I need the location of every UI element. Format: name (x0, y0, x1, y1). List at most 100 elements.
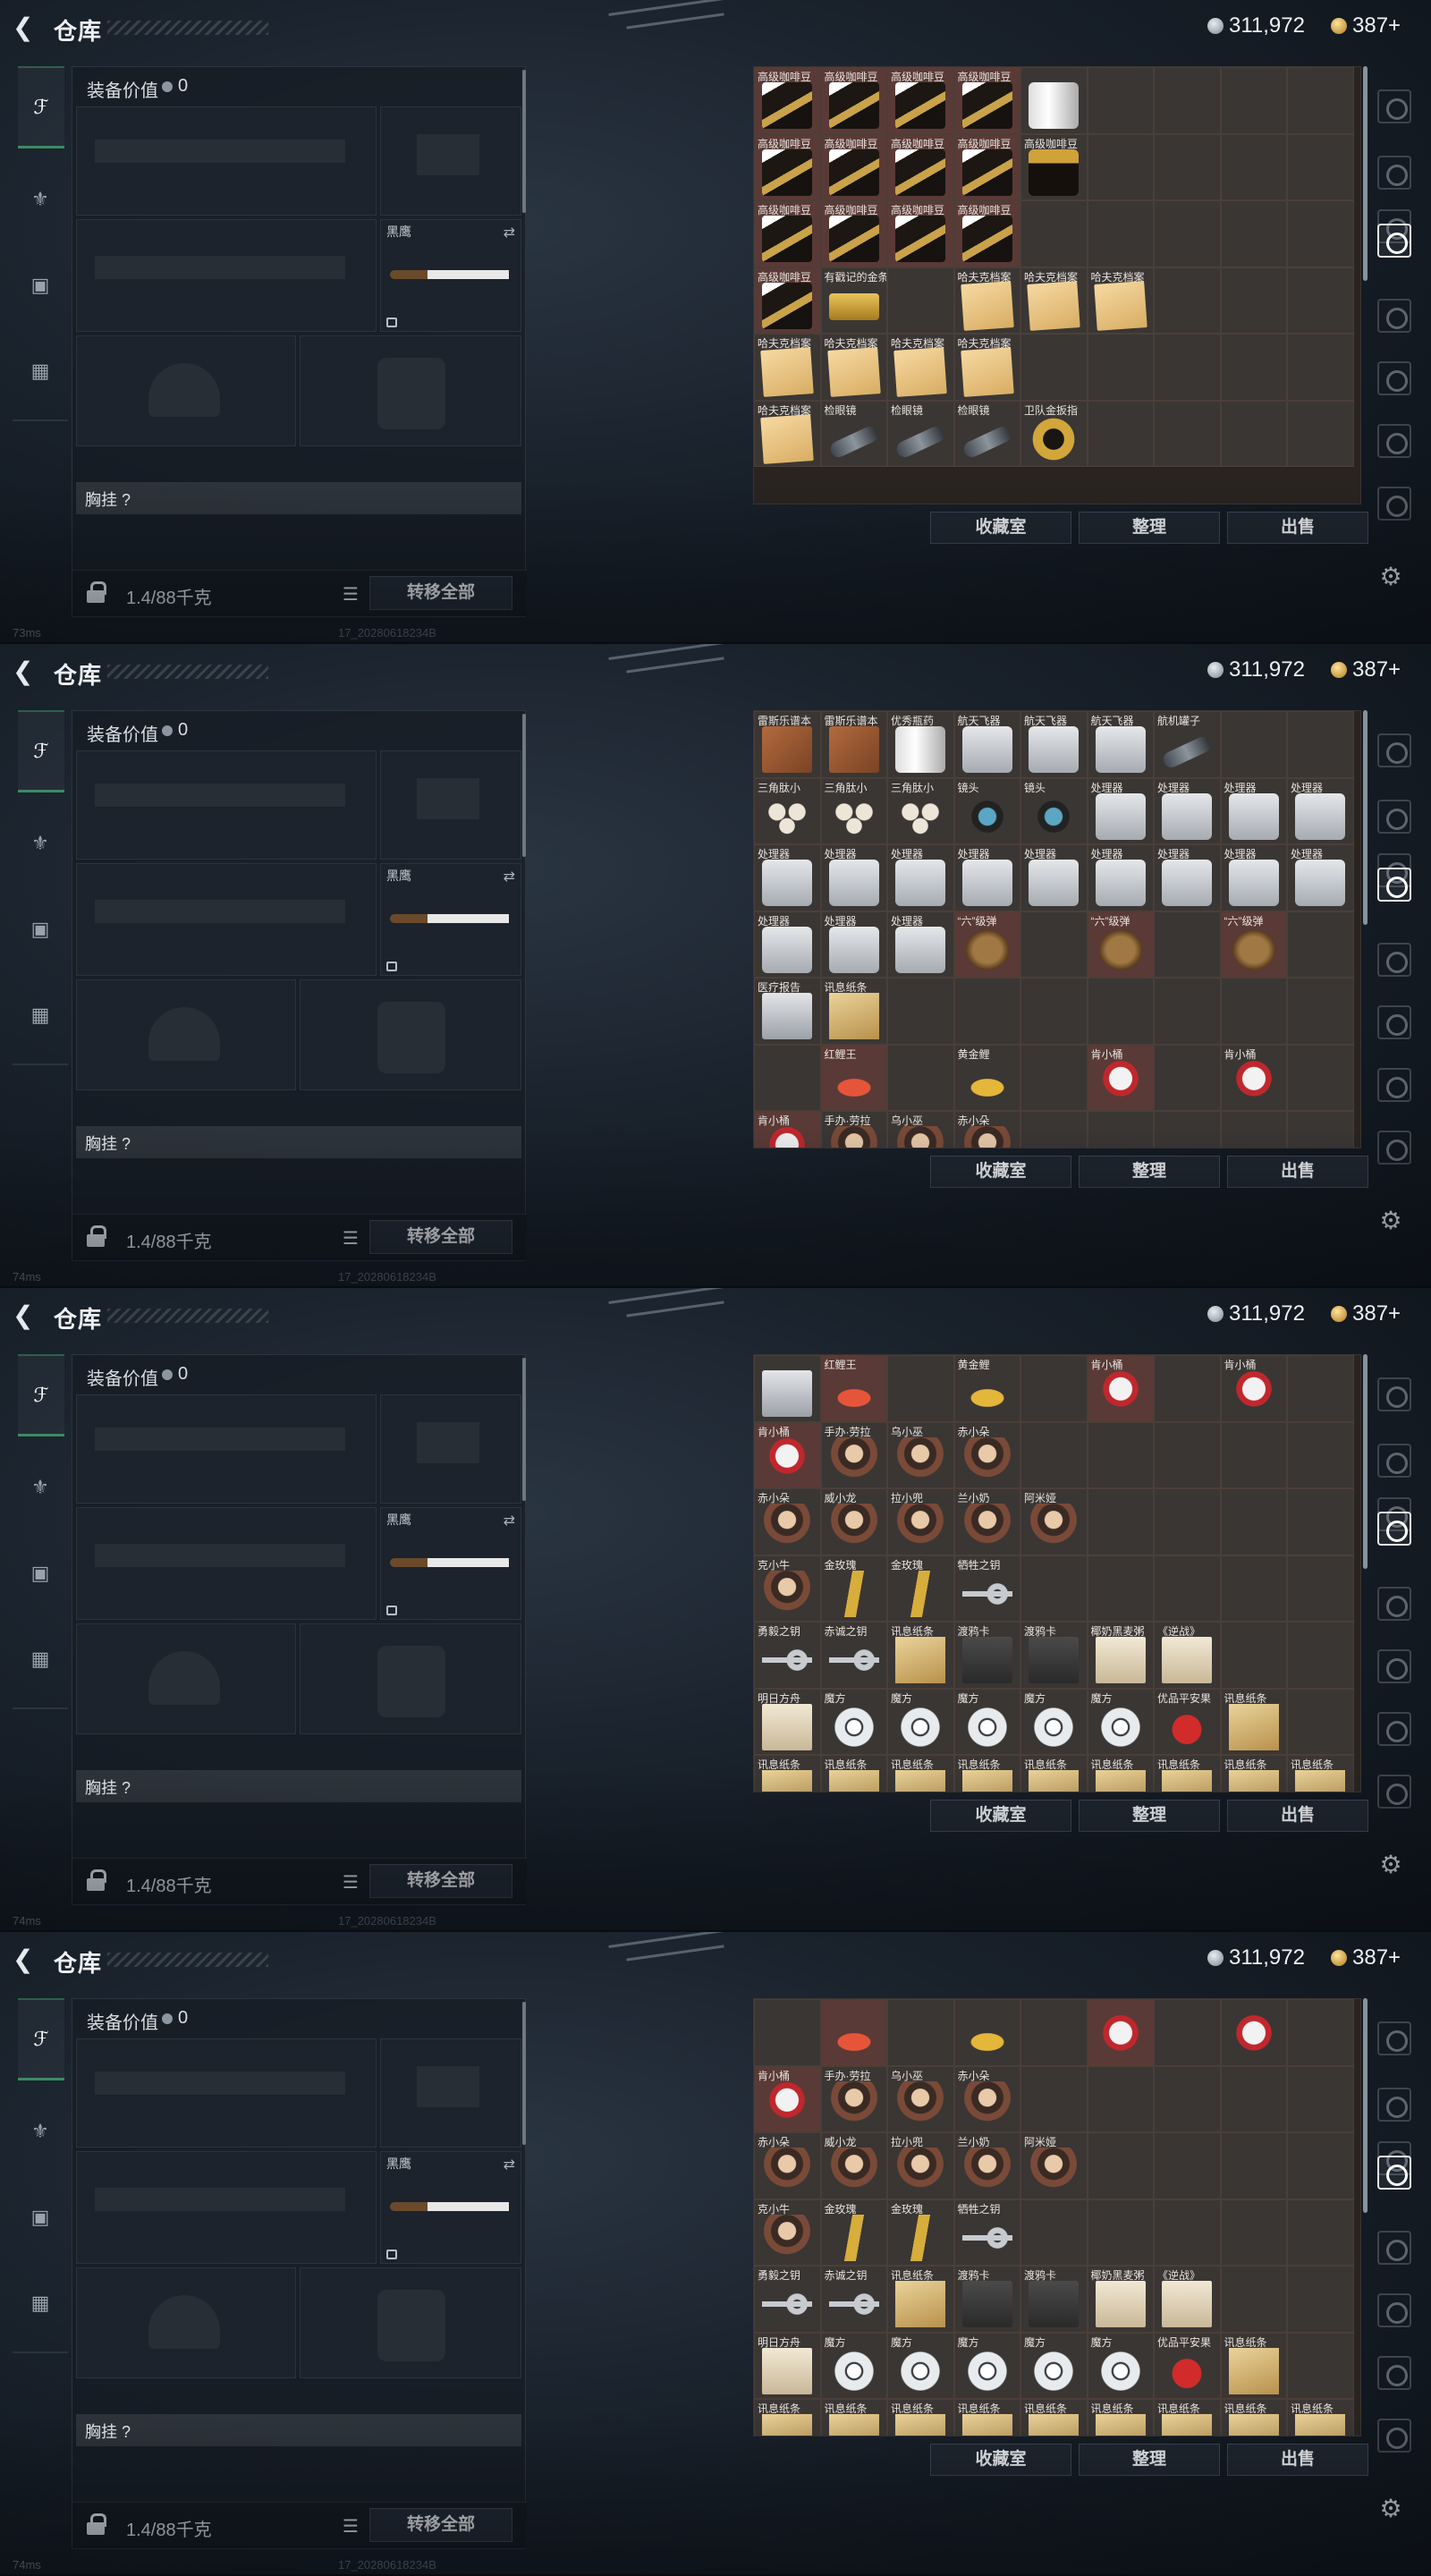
secondary-weapon-slot[interactable] (76, 863, 377, 976)
primary-weapon-slot[interactable] (76, 1394, 377, 1504)
item-cell[interactable] (1287, 1355, 1354, 1422)
warehouse-tab-6-icon[interactable] (1377, 361, 1411, 395)
item-cell[interactable]: 讯息纸条 (1287, 2399, 1354, 2436)
warehouse-tab-2-icon[interactable] (1377, 2088, 1411, 2122)
back-arrow-icon[interactable]: ❮ (13, 14, 39, 41)
armor-tab-icon[interactable]: ⚜ (20, 823, 61, 864)
gold-currency[interactable]: 387+ (1331, 1945, 1401, 1970)
pistol-slot[interactable] (380, 106, 521, 216)
item-cell[interactable] (1020, 1999, 1088, 2066)
item-cell[interactable]: 讯息纸条 (887, 2399, 954, 2436)
item-cell[interactable]: 讯息纸条 (1020, 1755, 1088, 1792)
primary-weapon-slot[interactable] (76, 106, 377, 216)
item-cell[interactable] (1287, 1688, 1354, 1755)
melee-slot[interactable]: 黑鹰 ⇄ (380, 1507, 521, 1620)
chest-rig-label[interactable]: 胸挂 ? (76, 1126, 521, 1158)
move-all-button[interactable]: 转移全部 (369, 576, 512, 610)
case-tab-icon[interactable]: ▦ (20, 1639, 61, 1680)
gear-icon[interactable]: ⚙ (1377, 564, 1404, 590)
item-cell[interactable]: 航机罐子 (1154, 711, 1221, 778)
item-cell[interactable] (1220, 133, 1287, 200)
item-cell[interactable] (1087, 67, 1154, 134)
item-cell[interactable]: 高级咖啡豆 (754, 67, 821, 134)
warehouse-tab-1-icon[interactable] (1377, 2021, 1411, 2055)
pistol-slot[interactable] (380, 2038, 521, 2148)
armor-slot[interactable] (300, 2267, 521, 2378)
item-cell[interactable]: 红鲤王 (820, 1355, 887, 1422)
item-cell[interactable] (953, 978, 1020, 1045)
item-cell[interactable]: 哈夫克档案 (820, 334, 887, 401)
sell-button[interactable]: 出售 (1227, 1800, 1368, 1832)
item-cell[interactable] (1287, 133, 1354, 200)
move-all-button[interactable]: 转移全部 (369, 1864, 512, 1898)
warehouse-tab-5-icon[interactable] (1377, 2231, 1411, 2265)
helmet-slot[interactable] (76, 335, 296, 446)
equipment-scrollbar[interactable] (522, 2002, 526, 2145)
item-cell[interactable] (1154, 1555, 1221, 1622)
warehouse-tab-6-icon[interactable] (1377, 1649, 1411, 1683)
secondary-weapon-slot[interactable] (76, 219, 377, 332)
item-cell[interactable] (1287, 2132, 1354, 2199)
item-cell[interactable]: 渡鸦卡 (953, 1622, 1020, 1689)
item-cell[interactable]: 讯息纸条 (887, 1622, 954, 1689)
warehouse-tab-5-icon[interactable] (1377, 1587, 1411, 1621)
item-cell[interactable]: 讯息纸条 (953, 2399, 1020, 2436)
equipment-scrollbar[interactable] (522, 70, 526, 213)
item-cell[interactable]: 克小牛 (754, 1555, 821, 1622)
silver-currency[interactable]: 311,972 (1207, 1945, 1305, 1970)
swap-icon[interactable]: ⇄ (504, 2156, 515, 2174)
warehouse-tab-1-icon[interactable] (1377, 1377, 1411, 1411)
warehouse-tab-7-icon[interactable] (1377, 1712, 1411, 1746)
warehouse-grid[interactable]: 雷斯乐谱本 雷斯乐谱本 优秀瓶药 航天飞器 航天飞器 航天飞器 航机罐子 三角肽小 三角肽小 三角… (753, 710, 1361, 1148)
item-cell[interactable]: 讯息纸条 (820, 1755, 887, 1792)
item-cell[interactable]: 乌小巫 (887, 1421, 954, 1488)
item-cell[interactable] (1020, 1421, 1088, 1488)
item-cell[interactable] (1087, 400, 1154, 467)
item-cell[interactable] (887, 1355, 954, 1422)
item-cell[interactable]: 《逆战》 (1154, 2266, 1221, 2333)
item-cell[interactable]: 魔方 (887, 1688, 954, 1755)
item-cell[interactable]: 赤小朵 (953, 1421, 1020, 1488)
item-cell[interactable] (1020, 1355, 1088, 1422)
collection-button[interactable]: 收藏室 (930, 2444, 1071, 2476)
item-cell[interactable]: 椰奶黑麦粥 (1087, 1622, 1154, 1689)
primary-weapon-slot[interactable] (76, 750, 377, 860)
item-cell[interactable] (1020, 2199, 1088, 2266)
warehouse-tab-5-icon[interactable] (1377, 943, 1411, 977)
item-cell[interactable]: 《逆战》 (1154, 1622, 1221, 1689)
item-cell[interactable]: 讯息纸条 (1220, 1755, 1287, 1792)
item-cell[interactable]: 处理器 (1087, 844, 1154, 911)
item-cell[interactable] (1220, 2132, 1287, 2199)
item-cell[interactable]: 医疗报告 (754, 978, 821, 1045)
item-cell[interactable] (1154, 1421, 1221, 1488)
collection-button[interactable]: 收藏室 (930, 1156, 1071, 1188)
warehouse-tab-4-icon[interactable] (1377, 224, 1411, 258)
item-cell[interactable]: 航天飞器 (1087, 711, 1154, 778)
item-cell[interactable]: 高级咖啡豆 (887, 200, 954, 267)
item-cell[interactable] (1087, 2065, 1154, 2132)
item-cell[interactable]: 黄金鲤 (953, 1044, 1020, 1111)
item-cell[interactable]: 渡鸦卡 (1020, 1622, 1088, 1689)
item-cell[interactable]: 高级咖啡豆 (754, 200, 821, 267)
item-cell[interactable] (1287, 978, 1354, 1045)
item-cell[interactable] (1087, 200, 1154, 267)
item-cell[interactable]: 拉小兜 (887, 2132, 954, 2199)
item-cell[interactable]: 有戳记的金条 (820, 267, 887, 334)
item-cell[interactable]: 魔方 (820, 1688, 887, 1755)
melee-slot[interactable]: 黑鹰 ⇄ (380, 863, 521, 976)
item-cell[interactable]: “六”级弹 (953, 911, 1020, 978)
item-cell[interactable] (1020, 978, 1088, 1045)
item-cell[interactable] (1087, 1488, 1154, 1555)
item-cell[interactable]: 手办·劳拉 (820, 1111, 887, 1148)
item-cell[interactable]: 处理器 (1287, 777, 1354, 844)
warehouse-tab-2-icon[interactable] (1377, 800, 1411, 834)
gun-tab-icon[interactable]: ℱ (18, 1354, 64, 1436)
item-cell[interactable] (1220, 267, 1287, 334)
item-cell[interactable] (1087, 1999, 1154, 2066)
warehouse-scrollbar[interactable] (1363, 1998, 1367, 2213)
item-cell[interactable]: 威小龙 (820, 1488, 887, 1555)
item-cell[interactable] (1220, 1622, 1287, 1689)
item-cell[interactable]: 处理器 (1287, 844, 1354, 911)
warehouse-grid[interactable]: 肯小桶 手办·劳拉 乌小巫 赤小朵 赤小朵 威小龙 拉小兜 兰小奶 阿米娅 克小牛 金玫瑰 金玫瑰 牺牲… (753, 1998, 1361, 2436)
item-cell[interactable] (754, 1044, 821, 1111)
